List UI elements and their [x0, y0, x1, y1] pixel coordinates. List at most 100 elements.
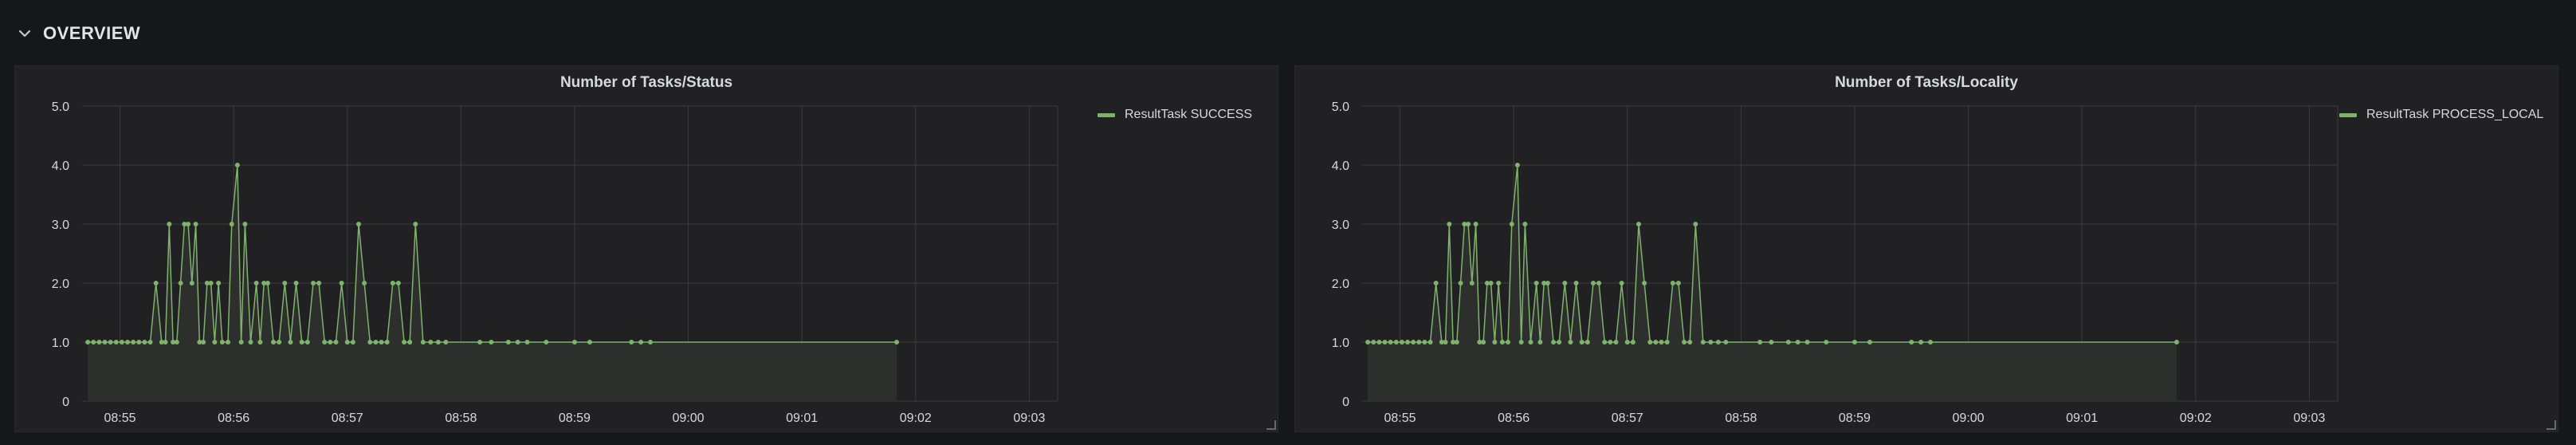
data-point[interactable]: [505, 340, 511, 345]
data-point[interactable]: [571, 340, 577, 345]
data-point[interactable]: [1687, 340, 1693, 345]
data-point[interactable]: [339, 281, 344, 286]
data-point[interactable]: [1492, 340, 1498, 345]
data-point[interactable]: [344, 340, 350, 345]
data-point[interactable]: [178, 281, 183, 286]
data-point[interactable]: [1708, 340, 1714, 345]
data-point[interactable]: [219, 340, 225, 345]
data-point[interactable]: [1918, 340, 1924, 345]
panel-tasks-status[interactable]: Number of Tasks/Status 0 1.0 2.0 3.0 4.0 5.0 0…: [14, 65, 1278, 432]
data-point[interactable]: [333, 340, 339, 345]
data-point[interactable]: [1852, 340, 1857, 345]
data-point[interactable]: [293, 281, 299, 286]
legend-label[interactable]: ResultTask PROCESS_LOCAL: [2366, 108, 2543, 122]
data-point[interactable]: [1427, 340, 1433, 345]
data-point[interactable]: [638, 340, 644, 345]
data-point[interactable]: [1433, 281, 1439, 286]
data-point[interactable]: [362, 281, 367, 286]
data-point[interactable]: [350, 340, 355, 345]
data-point[interactable]: [1619, 281, 1624, 286]
data-point[interactable]: [379, 340, 384, 345]
data-point[interactable]: [131, 340, 136, 345]
data-point[interactable]: [1509, 222, 1514, 226]
data-point[interactable]: [1584, 340, 1590, 345]
data-point[interactable]: [2174, 340, 2179, 345]
data-point[interactable]: [1514, 163, 1520, 167]
data-point[interactable]: [174, 340, 179, 345]
data-point[interactable]: [428, 340, 434, 345]
data-point[interactable]: [407, 340, 413, 345]
data-point[interactable]: [390, 281, 395, 286]
data-point[interactable]: [257, 340, 263, 345]
data-point[interactable]: [271, 340, 277, 345]
row-header[interactable]: OVERVIEW: [16, 18, 140, 49]
data-point[interactable]: [1715, 340, 1721, 345]
data-point[interactable]: [1653, 340, 1659, 345]
data-point[interactable]: [1579, 340, 1584, 345]
data-point[interactable]: [443, 340, 449, 345]
data-point[interactable]: [212, 340, 218, 345]
data-point[interactable]: [367, 340, 373, 345]
data-point[interactable]: [1867, 340, 1872, 345]
data-point[interactable]: [108, 340, 113, 345]
data-point[interactable]: [1682, 340, 1687, 345]
data-point[interactable]: [1545, 281, 1550, 286]
data-point[interactable]: [1670, 281, 1675, 286]
data-point[interactable]: [893, 340, 899, 345]
data-point[interactable]: [1596, 281, 1602, 286]
data-point[interactable]: [299, 340, 304, 345]
data-point[interactable]: [322, 340, 328, 345]
data-point[interactable]: [119, 340, 124, 345]
data-point[interactable]: [1659, 340, 1664, 345]
data-point[interactable]: [186, 222, 191, 226]
data-point[interactable]: [524, 340, 530, 345]
data-point[interactable]: [282, 281, 288, 286]
legend-label[interactable]: ResultTask SUCCESS: [1125, 108, 1252, 122]
data-point[interactable]: [102, 340, 108, 345]
data-point[interactable]: [1488, 281, 1494, 286]
data-point[interactable]: [648, 340, 654, 345]
data-point[interactable]: [1590, 281, 1596, 286]
data-point[interactable]: [1785, 340, 1791, 345]
data-point[interactable]: [1399, 340, 1404, 345]
data-point[interactable]: [288, 340, 293, 345]
data-point[interactable]: [1928, 340, 1934, 345]
data-point[interactable]: [395, 281, 401, 286]
data-point[interactable]: [242, 222, 248, 226]
data-point[interactable]: [85, 340, 91, 345]
data-point[interactable]: [435, 340, 441, 345]
data-point[interactable]: [1636, 222, 1641, 226]
data-point[interactable]: [201, 340, 206, 345]
data-point[interactable]: [1522, 222, 1528, 226]
data-point[interactable]: [544, 340, 549, 345]
data-point[interactable]: [96, 340, 102, 345]
data-point[interactable]: [1371, 340, 1376, 345]
data-point[interactable]: [1473, 222, 1478, 226]
data-point[interactable]: [1365, 340, 1371, 345]
data-point[interactable]: [1454, 340, 1459, 345]
data-point[interactable]: [420, 340, 426, 345]
data-point[interactable]: [1447, 222, 1452, 226]
data-point[interactable]: [193, 222, 198, 226]
data-point[interactable]: [125, 340, 131, 345]
data-point[interactable]: [1557, 340, 1562, 345]
data-point[interactable]: [1624, 340, 1630, 345]
data-point[interactable]: [1568, 340, 1573, 345]
data-point[interactable]: [226, 340, 231, 345]
data-point[interactable]: [1376, 340, 1382, 345]
data-point[interactable]: [328, 340, 333, 345]
data-point[interactable]: [136, 340, 142, 345]
data-point[interactable]: [1506, 340, 1511, 345]
data-point[interactable]: [1411, 340, 1416, 345]
data-point[interactable]: [1458, 281, 1463, 286]
panel-resize-handle[interactable]: [2547, 420, 2556, 430]
data-point[interactable]: [1573, 281, 1579, 286]
data-point[interactable]: [384, 340, 390, 345]
data-point[interactable]: [1562, 281, 1568, 286]
data-point[interactable]: [1693, 222, 1698, 226]
data-point[interactable]: [304, 340, 310, 345]
data-point[interactable]: [229, 222, 234, 226]
data-point[interactable]: [1630, 340, 1636, 345]
data-point[interactable]: [1518, 340, 1524, 345]
data-point[interactable]: [1416, 340, 1422, 345]
